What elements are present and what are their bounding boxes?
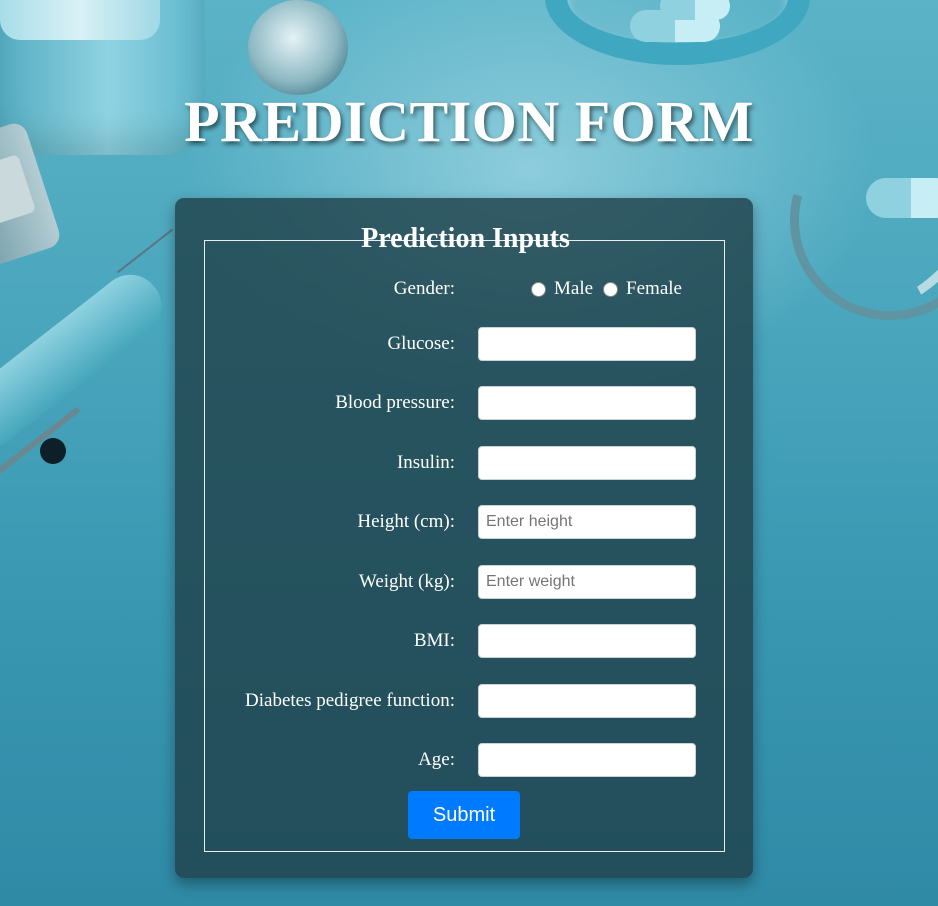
weight-label: Weight (kg):: [358, 571, 455, 592]
legend-text: Prediction Inputs: [361, 223, 570, 254]
plunger-knob-image: [40, 438, 66, 464]
male-radio[interactable]: [531, 281, 546, 297]
pill-image: [660, 0, 730, 20]
pedigree-label: Diabetes pedigree function:: [245, 690, 455, 711]
insulin-row: Insulin:: [205, 446, 726, 480]
age-row: Age:: [205, 743, 726, 777]
gender-radio-group: Male Female: [531, 272, 692, 306]
bmi-input[interactable]: [478, 624, 696, 658]
height-input[interactable]: [478, 505, 696, 539]
bmi-label: BMI:: [413, 630, 455, 651]
glucose-input[interactable]: [478, 327, 696, 361]
age-input[interactable]: [478, 743, 696, 777]
blood-pressure-row: Blood pressure:: [205, 386, 726, 420]
gender-option-female[interactable]: Female: [603, 278, 682, 300]
bottle-cap-image: [0, 0, 160, 40]
bmi-row: BMI:: [205, 624, 726, 658]
female-radio-label: Female: [626, 278, 682, 299]
insulin-label: Insulin:: [396, 452, 455, 473]
fieldset-legend: Prediction Inputs: [205, 224, 726, 258]
pedigree-row: Diabetes pedigree function:: [205, 684, 726, 718]
syringe-image: [0, 262, 174, 460]
syringe-needle-image: [116, 228, 174, 274]
prediction-fieldset: Prediction Inputs Gender: Male Female Gl…: [204, 224, 726, 852]
height-label: Height (cm):: [357, 511, 455, 532]
weight-row: Weight (kg):: [205, 565, 726, 599]
weight-input[interactable]: [478, 565, 696, 599]
submit-button[interactable]: Submit: [408, 791, 520, 839]
gender-row: Gender: Male Female: [205, 272, 726, 306]
blood-pressure-label: Blood pressure:: [335, 392, 455, 413]
insulin-input[interactable]: [478, 446, 696, 480]
age-label: Age:: [418, 749, 455, 770]
form-panel: Prediction Inputs Gender: Male Female Gl…: [175, 198, 753, 878]
glucose-label: Glucose:: [387, 333, 455, 354]
male-radio-label: Male: [554, 278, 594, 299]
gender-label: Gender:: [393, 278, 455, 299]
glucose-row: Glucose:: [205, 327, 726, 361]
gender-option-male[interactable]: Male: [531, 278, 593, 300]
stethoscope-chestpiece-image: [248, 0, 348, 95]
pedigree-input[interactable]: [478, 684, 696, 718]
height-row: Height (cm):: [205, 505, 726, 539]
blood-pressure-input[interactable]: [478, 386, 696, 420]
page-title: PREDICTION FORM: [184, 89, 754, 154]
female-radio[interactable]: [603, 281, 619, 297]
